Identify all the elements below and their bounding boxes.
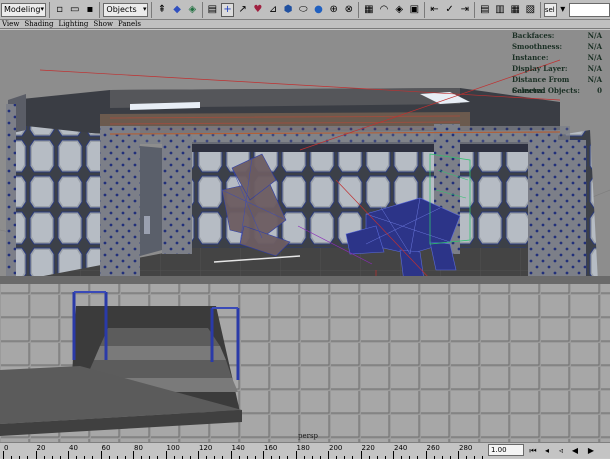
joints-icon[interactable]: + (220, 2, 235, 17)
time-tick-label: 140 (231, 444, 245, 452)
surfaces-icon[interactable]: ♥ (251, 3, 264, 17)
toolbar-separator (539, 1, 541, 18)
open-scene-icon[interactable]: ▭ (68, 3, 81, 17)
snap-to-view-plane-icon[interactable]: ▣ (408, 3, 421, 17)
chevron-down-icon: ▾ (142, 4, 147, 13)
hud-value: N/A (587, 64, 602, 73)
hud-label: Backfaces: (512, 31, 555, 40)
hud-value: 0 (597, 86, 602, 95)
go-to-start-icon[interactable]: ⏮ (528, 445, 538, 456)
hud-label: Distance From Camera: (512, 75, 570, 95)
rename-mode-label: sel (544, 5, 555, 14)
selection-mask-dropdown[interactable]: Objects ▾ (103, 2, 149, 17)
hud-value: N/A (587, 42, 602, 51)
hud-value: N/A (587, 31, 602, 40)
time-tick-label: 220 (361, 444, 375, 452)
time-tick-label: 200 (329, 444, 343, 452)
hud-label: Selected Objects: (512, 86, 580, 95)
toolbar-separator (151, 1, 153, 18)
hud-label: Smoothness: (512, 42, 563, 51)
hypershade-icon[interactable]: ▧ (524, 3, 537, 17)
hud-value: N/A (587, 75, 602, 84)
time-tick-label: 100 (166, 444, 180, 452)
handles-icon[interactable]: ▤ (206, 3, 219, 17)
current-frame-field[interactable]: 1.00 (488, 444, 524, 456)
play-forwards-icon[interactable]: ▶ (586, 445, 596, 456)
rename-mode-dropdown[interactable]: sel (543, 2, 557, 17)
render-settings-icon[interactable]: ▦ (509, 3, 522, 17)
toolbar-separator (99, 1, 101, 18)
toolbar-separator (358, 1, 360, 18)
misc-icon[interactable]: ● (312, 3, 325, 17)
step-back-icon[interactable]: ◂ (542, 445, 552, 456)
input-connections-icon[interactable]: ⇤ (428, 3, 441, 17)
time-tick-label: 120 (199, 444, 213, 452)
hud-row: Selected Objects: 0 (512, 85, 602, 96)
panel-menu-shading[interactable]: Shading (24, 20, 53, 28)
perspective-viewport[interactable]: Backfaces: N/A Smoothness: N/A Instance:… (0, 30, 610, 442)
time-tick-label: 260 (426, 444, 440, 452)
save-scene-icon[interactable]: ▪ (83, 3, 96, 17)
ipr-render-icon[interactable]: ▥ (493, 3, 506, 17)
hud-row: Distance From Camera: N/A (512, 74, 602, 95)
time-tick-label: 240 (394, 444, 408, 452)
snap-to-curve-icon[interactable]: ◠ (377, 3, 390, 17)
select-by-component-icon[interactable]: ◈ (186, 3, 199, 17)
panel-menu-view[interactable]: View (2, 20, 19, 28)
time-tick-label: 0 (4, 444, 9, 452)
time-slider[interactable]: 0 20 40 60 80 100 120 140 160 180 200 220 240 260 280 … (0, 442, 610, 459)
hud-value: N/A (587, 53, 602, 62)
time-tick-label: 20 (36, 444, 46, 452)
panel-menu-lighting[interactable]: Lighting (59, 20, 89, 28)
chevron-down-icon: ▾ (40, 4, 45, 13)
output-connections-icon[interactable]: ⇥ (458, 3, 471, 17)
hud-label: Display Layer: (512, 64, 568, 73)
hud-row: Backfaces: N/A (512, 30, 602, 41)
snap-to-point-icon[interactable]: ◈ (393, 3, 406, 17)
toolbar-separator (201, 1, 203, 18)
history-icon[interactable]: ✓ (443, 3, 456, 17)
chevron-down-icon[interactable]: ▾ (559, 3, 567, 17)
play-backwards-icon[interactable]: ◀ (570, 445, 580, 456)
toolbar-separator (474, 1, 476, 18)
heads-up-display: Backfaces: N/A Smoothness: N/A Instance:… (512, 30, 602, 96)
dynamics-icon[interactable]: ⬢ (282, 3, 295, 17)
select-by-object-icon[interactable]: ◆ (171, 3, 184, 17)
hud-row: Display Layer: N/A (512, 63, 602, 74)
select-by-hierarchy-icon[interactable]: ⇞ (155, 3, 168, 17)
status-line: Modeling ▾ ▫ ▭ ▪ Objects ▾ ⇞ ◆ ◈ ▤ + ↗ ♥… (0, 0, 610, 20)
panel-menu-panels[interactable]: Panels (118, 20, 141, 28)
panel-menu-show[interactable]: Show (93, 20, 113, 28)
toolbar-separator (49, 1, 50, 18)
hud-row: Smoothness: N/A (512, 41, 602, 52)
highlight-selection-icon[interactable]: ⊗ (342, 3, 355, 17)
rename-input[interactable] (568, 2, 610, 17)
panel-menu-bar: View Shading Lighting Show Panels (0, 20, 610, 29)
time-tick-label: 280 (459, 444, 473, 452)
step-back-key-icon[interactable]: ◃ (556, 445, 566, 456)
time-ruler[interactable]: 0 20 40 60 80 100 120 140 160 180 200 220 240 260 280 (0, 443, 485, 459)
hud-row: Instance: N/A (512, 52, 602, 63)
time-tick-label: 80 (134, 444, 143, 452)
new-scene-icon[interactable]: ▫ (53, 3, 66, 17)
deformations-icon[interactable]: ⊿ (266, 3, 279, 17)
camera-name-label: persp (298, 432, 319, 440)
time-tick-label: 60 (101, 444, 111, 452)
hud-label: Instance: (512, 53, 549, 62)
selection-mask-label: Objects (106, 5, 137, 14)
render-current-frame-icon[interactable]: ▤ (478, 3, 491, 17)
rendering-icon[interactable]: ⬭ (297, 3, 310, 17)
time-tick-label: 180 (296, 444, 310, 452)
lock-selection-icon[interactable]: ⊕ (327, 3, 340, 17)
toolbar-separator (423, 1, 425, 18)
menu-set-label: Modeling (4, 5, 41, 14)
curves-icon[interactable]: ↗ (236, 3, 249, 17)
snap-to-grid-icon[interactable]: ▦ (362, 3, 375, 17)
time-tick-label: 160 (264, 444, 278, 452)
menu-set-dropdown[interactable]: Modeling ▾ (1, 2, 47, 17)
time-tick-label: 40 (69, 444, 78, 452)
